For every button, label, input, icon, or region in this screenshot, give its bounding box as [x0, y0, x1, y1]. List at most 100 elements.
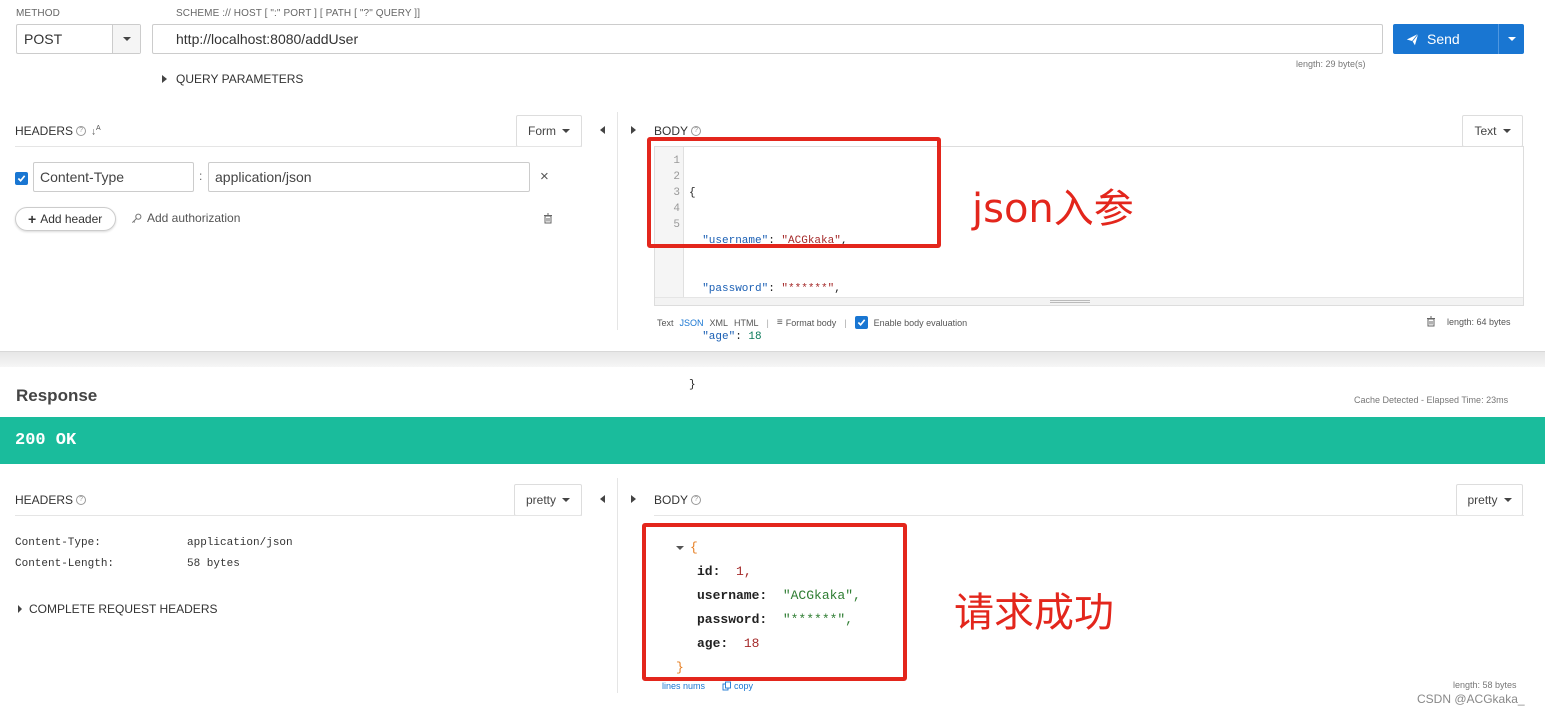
response-meta: Cache Detected - Elapsed Time: 23ms [1354, 395, 1509, 405]
paper-plane-icon [1406, 33, 1419, 45]
separator: | [844, 317, 847, 328]
url-length: length: 29 byte(s) [1296, 59, 1366, 69]
help-icon[interactable]: ? [691, 495, 702, 505]
help-icon[interactable]: ? [691, 126, 702, 136]
lines-nums-link[interactable]: lines nums [662, 681, 705, 691]
trash-icon[interactable] [543, 213, 553, 224]
help-icon[interactable]: ? [76, 126, 87, 136]
header-value-input[interactable]: application/json [208, 162, 530, 192]
url-value: http://localhost:8080/addUser [176, 31, 359, 47]
annotation-box [647, 137, 941, 248]
body-length: length: 64 bytes [1447, 317, 1511, 327]
method-label: METHOD [16, 8, 60, 19]
status-bar: 200 OK [0, 417, 1545, 464]
chevron-right-icon [18, 605, 22, 613]
separator: | [766, 317, 769, 328]
send-options-chevron-icon[interactable] [1498, 24, 1524, 54]
header-separator: : [199, 169, 203, 183]
trash-icon[interactable] [1426, 316, 1436, 327]
headers-title: HEADERS ? ↓A [15, 124, 101, 138]
enable-eval-checkbox[interactable] [854, 316, 868, 329]
body-mode-label: Text [1474, 124, 1497, 138]
response-body-title-text: BODY [654, 493, 689, 507]
divider [654, 515, 1524, 516]
expand-right-icon[interactable] [631, 126, 636, 134]
response-headers-title: HEADERS ? [15, 493, 87, 507]
annotation-text: json入参 [972, 186, 1134, 232]
panel-divider [617, 478, 618, 693]
copy-link[interactable]: copy [722, 681, 753, 691]
collapse-left-icon[interactable] [600, 495, 605, 503]
method-select[interactable]: POST [16, 24, 141, 54]
panel-divider [617, 112, 618, 330]
annotation-text: 请求成功 [954, 590, 1114, 636]
format-body-button[interactable]: ≡ Format body [777, 317, 836, 328]
format-xml-link[interactable]: XML [710, 318, 729, 328]
response-headers-title-text: HEADERS [15, 493, 74, 507]
query-parameters-toggle[interactable]: QUERY PARAMETERS [162, 72, 303, 86]
headers-title-text: HEADERS [15, 124, 74, 138]
sort-icon[interactable]: ↓A [91, 125, 101, 137]
header-name-input[interactable]: Content-Type [33, 162, 194, 192]
response-title: Response [16, 386, 98, 405]
response-header-value: 58 bytes [187, 558, 240, 570]
response-header-values: application/json 58 bytes [187, 533, 293, 575]
watermark: CSDN @ACGkaka_ [1417, 692, 1525, 706]
url-format-label: SCHEME :// HOST [ ":" PORT ] [ PATH [ "?… [176, 8, 421, 19]
check-icon [857, 319, 865, 326]
response-header-names: Content-Type: Content-Length: [15, 533, 114, 575]
expand-right-icon[interactable] [631, 495, 636, 503]
check-icon [17, 175, 26, 182]
format-html-link[interactable]: HTML [734, 318, 759, 328]
collapse-left-icon[interactable] [600, 126, 605, 134]
body-mode-dropdown[interactable]: Text [1462, 115, 1523, 147]
complete-request-headers-toggle[interactable]: COMPLETE REQUEST HEADERS [18, 602, 217, 616]
chevron-down-icon [562, 129, 570, 133]
add-authorization-label: Add authorization [147, 211, 241, 225]
help-icon[interactable]: ? [76, 495, 87, 505]
chevron-down-icon [562, 498, 570, 502]
response-header-name: Content-Length: [15, 558, 115, 570]
response-headers-mode-dropdown[interactable]: pretty [514, 484, 582, 516]
header-enabled-checkbox[interactable] [15, 172, 28, 185]
response-body-mode-dropdown[interactable]: pretty [1456, 484, 1523, 516]
chevron-down-icon [1503, 498, 1512, 502]
method-value: POST [24, 31, 63, 47]
divider [15, 146, 582, 147]
headers-mode-dropdown[interactable]: Form [516, 115, 582, 147]
send-main[interactable]: Send [1393, 24, 1498, 54]
response-body-title: BODY ? [654, 493, 702, 507]
chevron-down-icon[interactable] [112, 25, 140, 53]
body-footer: Text JSON XML HTML | ≡ Format body | Enab… [657, 316, 967, 329]
send-button[interactable]: Send [1393, 24, 1524, 54]
complete-request-headers-label: COMPLETE REQUEST HEADERS [29, 602, 218, 616]
response-length: length: 58 bytes [1453, 680, 1517, 690]
query-parameters-label: QUERY PARAMETERS [176, 72, 304, 86]
annotation-box [642, 523, 907, 681]
add-header-label: Add header [40, 212, 103, 226]
copy-label: copy [734, 681, 754, 691]
key-icon [132, 213, 142, 223]
divider [15, 515, 582, 516]
enable-eval-label: Enable body evaluation [873, 317, 968, 328]
body-title-text: BODY [654, 124, 689, 138]
add-header-button[interactable]: + Add header [15, 207, 116, 231]
align-left-icon: ≡ [776, 317, 783, 328]
resize-handle[interactable] [655, 297, 1523, 305]
chevron-down-icon [1502, 129, 1511, 133]
response-header-value: application/json [187, 537, 293, 549]
send-label: Send [1427, 31, 1460, 47]
plus-icon: + [28, 211, 37, 227]
response-headers-mode-label: pretty [525, 493, 556, 507]
close-icon[interactable]: × [540, 168, 549, 185]
format-json-link[interactable]: JSON [680, 318, 704, 328]
body-title: BODY ? [654, 124, 702, 138]
add-authorization-button[interactable]: Add authorization [131, 211, 240, 225]
chevron-right-icon [162, 75, 167, 83]
format-text-link[interactable]: Text [657, 318, 674, 328]
card-separator [0, 351, 1545, 367]
headers-mode-label: Form [528, 124, 556, 138]
response-body-mode-label: pretty [1467, 493, 1498, 507]
url-input[interactable]: http://localhost:8080/addUser [152, 24, 1383, 54]
status-text: 200 OK [15, 431, 77, 450]
